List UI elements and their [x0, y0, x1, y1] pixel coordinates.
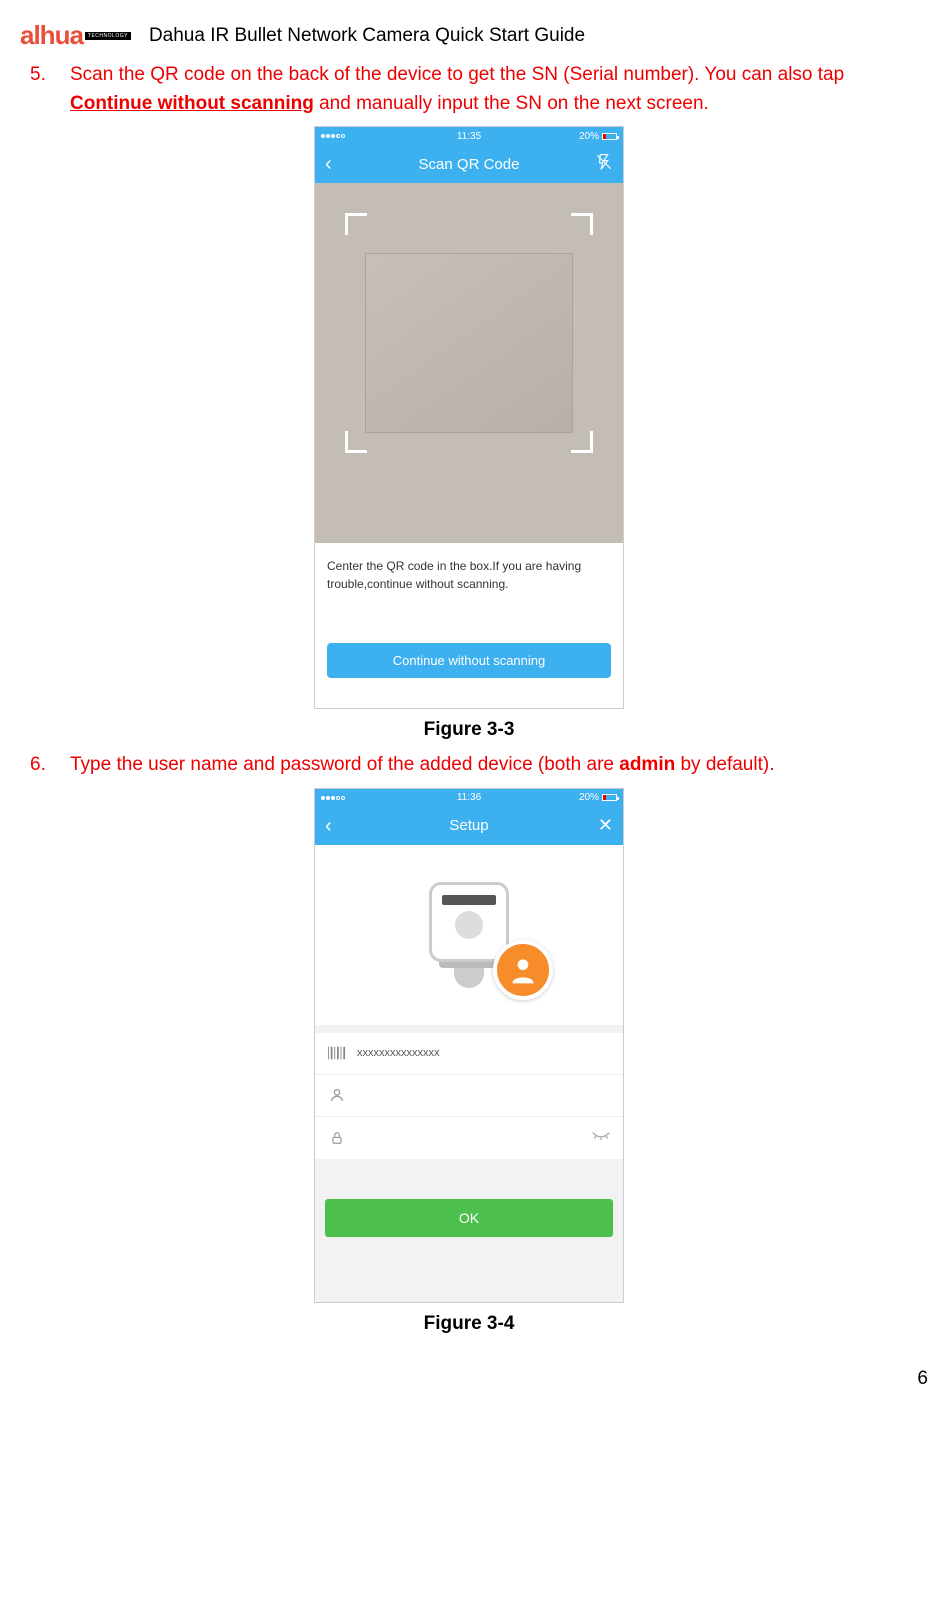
battery-percent: 20% [579, 792, 599, 803]
logo-subtext: TECHNOLOGY [85, 32, 131, 40]
step6-bold: admin [619, 754, 675, 775]
ok-button[interactable]: OK [325, 1199, 613, 1237]
flash-off-icon[interactable] [595, 153, 613, 176]
nav-bar: ‹ Scan QR Code [315, 145, 623, 183]
nav-bar: ‹ Setup ✕ [315, 807, 623, 845]
close-icon[interactable]: ✕ [598, 815, 613, 836]
sn-field: xxxxxxxxxxxxxxx [315, 1033, 623, 1075]
battery-icon [602, 133, 617, 140]
step-number: 5. [30, 61, 70, 118]
back-icon[interactable]: ‹ [325, 816, 332, 836]
logo-text: alhua [20, 20, 83, 51]
status-bar: 11:35 20% [315, 127, 623, 145]
username-field[interactable] [315, 1075, 623, 1117]
header-title: Dahua IR Bullet Network Camera Quick Sta… [149, 25, 585, 47]
scan-lower-panel: Center the QR code in the box.If you are… [315, 543, 623, 708]
battery-percent: 20% [579, 131, 599, 142]
step-5: 5. Scan the QR code on the back of the d… [0, 61, 938, 118]
back-icon[interactable]: ‹ [325, 154, 332, 174]
signal-icon [321, 134, 345, 138]
step6-text-a: Type the user name and password of the a… [70, 754, 619, 775]
eye-closed-icon[interactable] [591, 1129, 611, 1147]
step5-text-a: Scan the QR code on the back of the devi… [70, 64, 844, 85]
scan-frame [345, 213, 593, 453]
figure-3-4-phone: 11:36 20% ‹ Setup ✕ xxxxxxxxxx [314, 788, 624, 1303]
figure-3-3-caption: Figure 3-3 [0, 719, 938, 741]
setup-body: xxxxxxxxxxxxxxx OK [315, 845, 623, 1302]
nav-title: Setup [449, 817, 488, 834]
scan-camera-view [315, 183, 623, 543]
nav-title: Scan QR Code [419, 156, 520, 173]
step-text: Scan the QR code on the back of the devi… [70, 61, 908, 118]
page-number: 6 [917, 1368, 928, 1390]
scan-instruction: Center the QR code in the box.If you are… [327, 557, 611, 593]
signal-icon [321, 796, 345, 800]
status-time: 11:36 [457, 792, 481, 803]
step-number: 6. [30, 751, 70, 780]
lock-icon [327, 1130, 347, 1146]
step5-bold: Continue without scanning [70, 93, 314, 114]
figure-3-3-phone: 11:35 20% ‹ Scan QR Code Center the QR c… [314, 126, 624, 709]
user-icon [327, 1087, 347, 1103]
figure-3-4-caption: Figure 3-4 [0, 1313, 938, 1335]
status-bar: 11:36 20% [315, 789, 623, 807]
password-field[interactable] [315, 1117, 623, 1159]
form-fields: xxxxxxxxxxxxxxx [315, 1033, 623, 1159]
step5-text-b: and manually input the SN on the next sc… [314, 93, 709, 114]
step-6: 6. Type the user name and password of th… [0, 751, 938, 780]
status-right: 20% [579, 131, 617, 142]
battery-icon [602, 794, 617, 801]
brand-logo: alhua TECHNOLOGY [20, 20, 131, 51]
user-badge-icon [493, 940, 553, 1000]
page-header: alhua TECHNOLOGY Dahua IR Bullet Network… [0, 0, 938, 61]
sn-value: xxxxxxxxxxxxxxx [357, 1047, 440, 1059]
status-right: 20% [579, 792, 617, 803]
step-text: Type the user name and password of the a… [70, 751, 774, 780]
device-preview [315, 845, 623, 1025]
step6-text-b: by default). [675, 754, 774, 775]
barcode-icon [327, 1046, 347, 1060]
continue-without-scanning-button[interactable]: Continue without scanning [327, 643, 611, 678]
status-time: 11:35 [457, 131, 481, 142]
